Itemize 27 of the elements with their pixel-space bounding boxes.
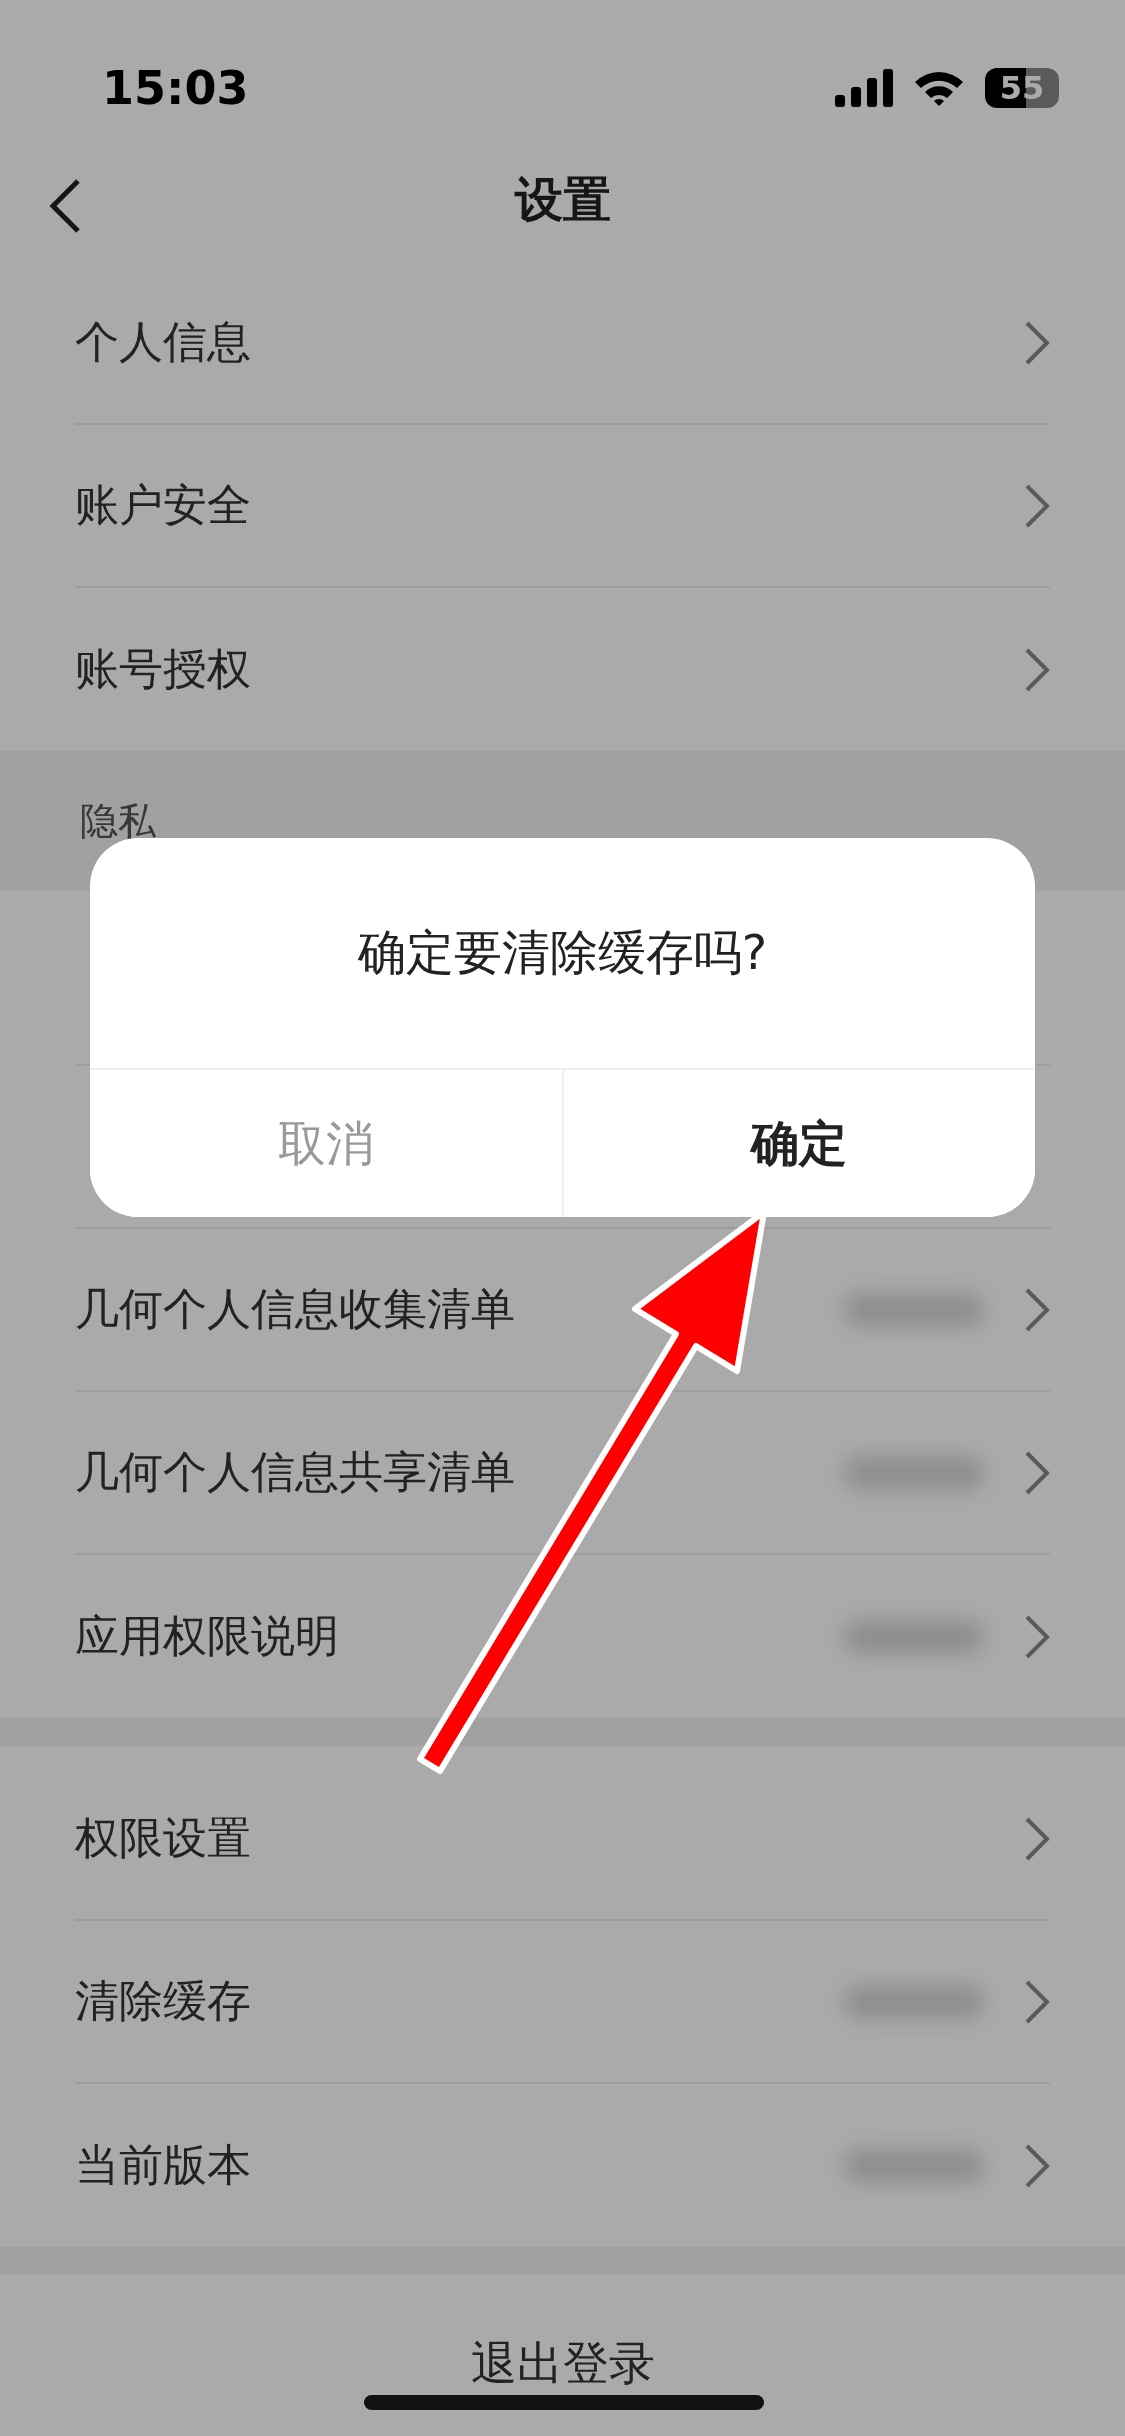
status-time: 15:03 <box>102 60 249 115</box>
chevron-right-icon <box>1024 319 1050 366</box>
settings-item[interactable]: 权限设置 <box>75 1809 1024 1868</box>
settings-item[interactable]: 应用权限说明 <box>75 1607 844 1666</box>
settings-item[interactable]: 几何个人信息共享清单 <box>75 1443 844 1502</box>
back-icon[interactable] <box>48 178 82 234</box>
settings-item[interactable]: 个人信息 <box>75 313 1024 372</box>
chevron-right-icon <box>1024 482 1050 529</box>
chevron-right-icon <box>1024 2142 1050 2189</box>
section-header: 隐私 <box>80 797 156 845</box>
settings-item[interactable]: 当前版本 <box>75 2136 844 2195</box>
chevron-right-icon <box>1024 1613 1050 1660</box>
settings-item[interactable]: 几何个人信息收集清单 <box>75 1280 844 1339</box>
logout-button[interactable]: 退出登录 <box>470 2333 655 2393</box>
chevron-right-icon <box>1024 1449 1050 1496</box>
battery-level: 55 <box>985 67 1059 108</box>
settings-item[interactable]: 账号授权 <box>75 640 1024 699</box>
chevron-right-icon <box>1024 1815 1050 1862</box>
confirm-button[interactable]: 确定 <box>561 1070 1035 1217</box>
dialog-message: 确定要清除缓存吗? <box>357 923 768 982</box>
settings-item[interactable]: 账户安全 <box>75 476 1024 535</box>
page-title: 设置 <box>514 170 611 229</box>
signal-icon <box>835 68 893 107</box>
settings-item[interactable]: 清除缓存 <box>75 1972 844 2031</box>
chevron-right-icon <box>1024 1978 1050 2025</box>
chevron-right-icon <box>1024 646 1050 693</box>
chevron-right-icon <box>1024 1286 1050 1333</box>
